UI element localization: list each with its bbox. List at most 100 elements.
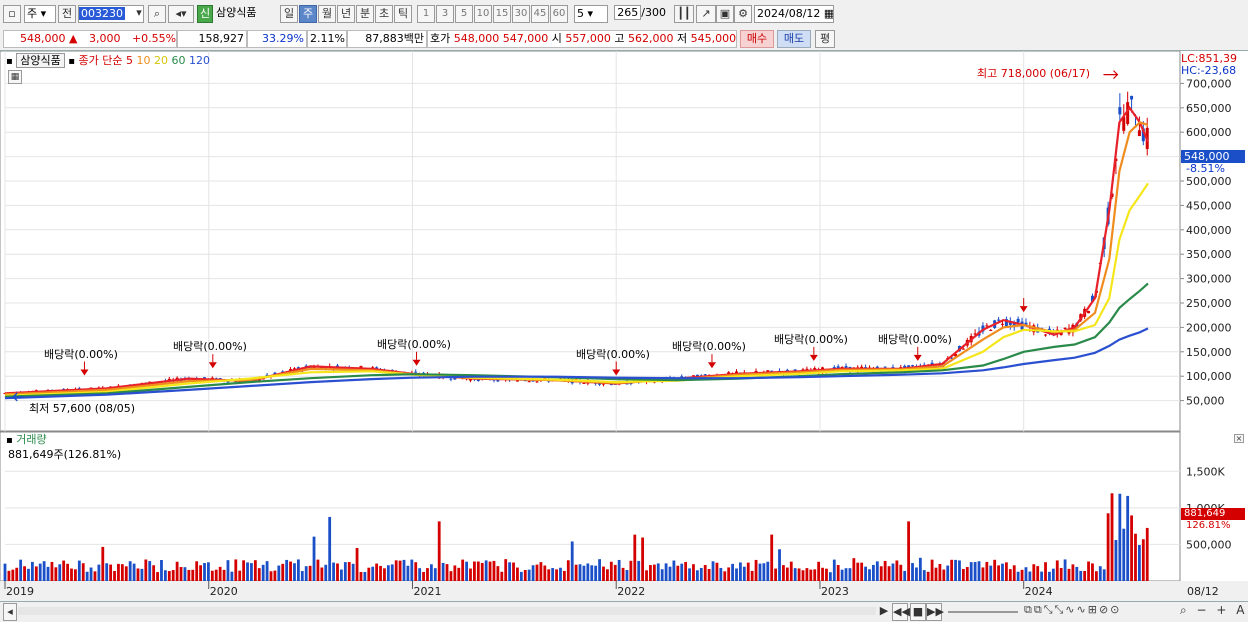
volume-bar bbox=[336, 563, 339, 581]
volume-bar bbox=[860, 562, 864, 581]
main-toolbar: ▫ 주 ▾ 전 003230 ▾ ⌕ ◂▾ 신 삼양식품 일주월년분초틱 135… bbox=[0, 0, 1248, 28]
period-tab[interactable]: 초 bbox=[375, 5, 393, 23]
volume-bar bbox=[1145, 527, 1149, 581]
stop-icon[interactable]: ■ bbox=[910, 603, 926, 621]
volume-bar bbox=[645, 570, 648, 581]
volume-bar bbox=[89, 567, 93, 581]
close-icon[interactable]: × bbox=[1234, 434, 1244, 443]
period-tab[interactable]: 주 bbox=[299, 5, 317, 23]
scrollbar-track[interactable] bbox=[18, 607, 876, 615]
legend-ma60[interactable]: 60 bbox=[172, 54, 186, 67]
interval-button[interactable]: 3 bbox=[436, 5, 454, 23]
period-tab[interactable]: 일 bbox=[280, 5, 298, 23]
volume-bar bbox=[1001, 563, 1004, 581]
line-style-icon[interactable]: ↗ bbox=[696, 5, 716, 23]
date-input[interactable]: 2024/08/12 ▦ bbox=[754, 5, 834, 23]
period-tab[interactable]: 월 bbox=[318, 5, 336, 23]
volume-bar bbox=[132, 563, 136, 581]
market-select[interactable]: 주 ▾ bbox=[24, 5, 56, 23]
dividend-label: 배당락(0.00%) bbox=[878, 333, 952, 346]
candle-body bbox=[1087, 310, 1091, 314]
scroll-left-icon[interactable]: ◂ bbox=[3, 603, 17, 621]
volume-bar bbox=[1063, 559, 1067, 581]
candle-icon[interactable]: ┃┃ bbox=[674, 5, 694, 23]
scroll-right-icon[interactable]: ▶ bbox=[878, 603, 890, 621]
table-icon[interactable]: ▦ bbox=[8, 70, 22, 84]
volume-bar bbox=[226, 560, 230, 581]
legend-stock[interactable]: 삼양식품 bbox=[16, 53, 65, 68]
volume-bar bbox=[989, 565, 993, 581]
volume-bar bbox=[985, 561, 989, 581]
interval-button[interactable]: 60 bbox=[550, 5, 568, 23]
speaker-icon[interactable]: ◂▾ bbox=[168, 5, 194, 23]
dividend-label: 배당락(0.00%) bbox=[173, 340, 247, 353]
gear-icon[interactable]: ⚙ bbox=[734, 5, 752, 23]
volume-bar bbox=[746, 562, 750, 581]
volume-bar bbox=[1024, 567, 1028, 581]
ratio2-value: 2.11% bbox=[307, 30, 347, 48]
candle-body bbox=[703, 374, 707, 376]
open-value: 557,000 bbox=[565, 32, 611, 45]
volume-bar bbox=[582, 565, 586, 581]
interval-select[interactable]: 5 ▾ bbox=[574, 5, 608, 23]
volume-bar bbox=[101, 546, 105, 581]
legend-ma10[interactable]: 10 bbox=[137, 54, 151, 67]
count-max: /300 bbox=[641, 6, 666, 19]
interval-button[interactable]: 1 bbox=[417, 5, 435, 23]
volume-bar bbox=[320, 567, 324, 581]
volume-bar bbox=[547, 569, 551, 581]
save-icon[interactable]: ▣ bbox=[716, 5, 734, 23]
volume-bar bbox=[887, 566, 891, 581]
search-icon[interactable]: ⌕ bbox=[148, 5, 166, 23]
volume-bar bbox=[175, 561, 179, 581]
volume-bar bbox=[15, 567, 19, 581]
volume-bar bbox=[977, 561, 981, 581]
volume-tick-label: 500,000 bbox=[1186, 538, 1232, 551]
volume-bar bbox=[672, 560, 676, 581]
interval-button[interactable]: 15 bbox=[493, 5, 511, 23]
candle-body bbox=[1137, 130, 1141, 137]
price-chart[interactable]: 700,000 650,000 600,000 5 50,000 500,000 450,0… bbox=[0, 50, 1248, 601]
volume-bar bbox=[516, 567, 519, 581]
legend-ma5[interactable]: 5 bbox=[126, 54, 133, 67]
legend-ma20[interactable]: 20 bbox=[154, 54, 168, 67]
volume-bar bbox=[383, 568, 386, 581]
interval-button[interactable]: 5 bbox=[455, 5, 473, 23]
volume-bar bbox=[680, 563, 684, 581]
volume-bar bbox=[390, 564, 394, 581]
volume-bar bbox=[1008, 569, 1012, 581]
volume-bar bbox=[915, 567, 918, 581]
period-tab[interactable]: 틱 bbox=[394, 5, 412, 23]
eval-button[interactable]: 평 bbox=[815, 30, 835, 48]
volume-bar bbox=[742, 566, 746, 581]
code-dropdown-icon[interactable]: ▾ bbox=[132, 5, 146, 23]
interval-button[interactable]: 30 bbox=[512, 5, 530, 23]
zoom-icon[interactable]: ⌕ − + A bbox=[1180, 603, 1247, 618]
drawing-tools-icon[interactable]: ⧉⧉⤡⤡∿∿⊞⊘⊙ bbox=[1024, 603, 1121, 617]
prev-button[interactable]: 전 bbox=[58, 5, 76, 23]
volume-bar bbox=[300, 571, 304, 581]
volume-bar bbox=[598, 559, 601, 581]
volume-bar bbox=[496, 566, 500, 581]
legend-type[interactable]: 종가 단순 bbox=[79, 54, 123, 67]
low-label: 저 bbox=[677, 32, 688, 45]
volume-bar bbox=[246, 562, 249, 581]
stock-name: 삼양식품 bbox=[216, 6, 257, 19]
volume-title[interactable]: 거래량 bbox=[16, 433, 46, 446]
legend-ma120[interactable]: 120 bbox=[189, 54, 210, 67]
volume-bar bbox=[1044, 562, 1047, 581]
interval-button[interactable]: 10 bbox=[474, 5, 492, 23]
y-tick-label: 500,000 bbox=[1186, 175, 1232, 188]
period-tab[interactable]: 년 bbox=[337, 5, 355, 23]
forward-icon[interactable]: ▶▶ bbox=[926, 603, 944, 621]
volume-bar bbox=[770, 534, 774, 581]
sell-button[interactable]: 매도 bbox=[777, 30, 811, 48]
interval-button[interactable]: 45 bbox=[531, 5, 549, 23]
buy-button[interactable]: 매수 bbox=[740, 30, 774, 48]
candle-body bbox=[1016, 318, 1020, 323]
window-icon[interactable]: ▫ bbox=[3, 5, 21, 23]
zoom-slider[interactable] bbox=[948, 611, 1018, 613]
period-tab[interactable]: 분 bbox=[356, 5, 374, 23]
rewind-icon[interactable]: ◀◀ bbox=[892, 603, 910, 621]
count-value[interactable]: 265 bbox=[614, 5, 642, 20]
